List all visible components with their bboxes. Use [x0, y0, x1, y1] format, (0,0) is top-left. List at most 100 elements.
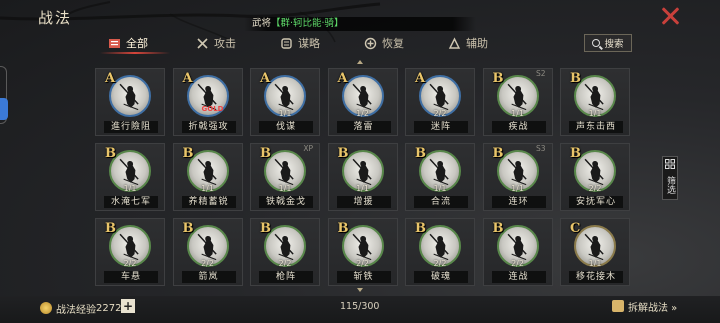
tactic-name: 增援: [336, 196, 391, 208]
book-icon: [109, 38, 120, 48]
tactic-grade: B: [415, 146, 426, 161]
tactic-grade: B: [492, 71, 504, 86]
tactic-grade: B: [105, 221, 116, 236]
tactic-level: 2/2: [433, 109, 447, 118]
tactic-card[interactable]: A 2/2 迷阵: [405, 68, 475, 136]
tactic-level: 1/1: [201, 184, 214, 193]
tactic-name: 合流: [414, 196, 468, 208]
scroll-down-icon[interactable]: [357, 288, 363, 292]
tactic-level: 2/2: [433, 259, 447, 268]
tactic-grade: B: [182, 221, 194, 236]
tactic-name: 连环: [491, 196, 546, 208]
tactic-card[interactable]: B 1/1 水淹七军: [95, 143, 165, 211]
tactic-card[interactable]: A GOLD 折戟强攻: [172, 68, 243, 136]
page-title: 战法: [38, 9, 73, 27]
tactic-card[interactable]: B 2/2 安抚军心: [560, 143, 630, 211]
tactic-card[interactable]: B 1/1 S3 连环: [482, 143, 553, 211]
tactic-card[interactable]: B 2/2 车悬: [95, 218, 165, 286]
tactic-grade: B: [260, 221, 271, 236]
tactic-grid: A 進行險阻 A GOLD 折戟强攻 A 1/1 伐谋 A 1/2 落雷 A 2/2 迷阵 B 1/1 S2 疾战…: [95, 68, 630, 286]
notice-prefix: 武将: [252, 18, 272, 29]
tactic-grade: B: [570, 71, 581, 86]
recruit-notice: 武将【群·轲比能·骑】: [244, 17, 476, 31]
filter-button[interactable]: 筛选: [662, 156, 678, 200]
tactic-level: 2/2: [123, 259, 137, 268]
tactic-card[interactable]: B 1/1 合流: [405, 143, 475, 211]
close-icon[interactable]: [660, 6, 680, 26]
tactic-name: 连战: [491, 271, 546, 283]
tactic-name: 移花接木: [569, 271, 623, 283]
tactic-name: 铁戟金戈: [259, 196, 313, 208]
exp-label: 战法经验: [56, 304, 96, 316]
tactic-card[interactable]: B 1/1 增援: [327, 143, 398, 211]
tab-all[interactable]: 全部: [108, 32, 148, 54]
tactic-level: 1/1: [588, 109, 602, 118]
tab-label: 全部: [126, 37, 148, 50]
tactic-name: 折戟强攻: [181, 121, 236, 133]
heal-icon: [364, 37, 377, 49]
tactic-card[interactable]: B 1/1 XP 铁戟金戈: [250, 143, 320, 211]
tactic-level: 2/2: [278, 259, 292, 268]
tactic-mark: GOLD: [201, 105, 224, 113]
decompose-tactic-button[interactable]: 拆解战法 »: [612, 298, 677, 314]
tactic-name: 落雷: [336, 121, 391, 133]
tactic-card[interactable]: B 2/2 破魂: [405, 218, 475, 286]
tactic-grade: B: [492, 146, 504, 161]
tactic-name: 养精蓄锐: [181, 196, 236, 208]
tactic-portrait: [109, 75, 151, 117]
tactic-card[interactable]: C 1/1 移花接木: [560, 218, 630, 286]
tactic-grade: B: [337, 221, 349, 236]
support-icon: [448, 36, 461, 49]
tab-attack[interactable]: 攻击: [196, 32, 236, 54]
tab-recovery[interactable]: 恢复: [364, 32, 404, 54]
tactic-card[interactable]: B 2/2 斩铁: [327, 218, 398, 286]
tactic-level: 1/1: [511, 109, 524, 118]
tactic-grade: C: [570, 221, 581, 236]
tactic-card[interactable]: A 1/2 落雷: [327, 68, 398, 136]
tactic-level: 2/2: [201, 259, 214, 268]
filter-label: 筛选: [665, 176, 675, 194]
tactic-grade: B: [415, 221, 426, 236]
tactic-level: 1/1: [278, 109, 292, 118]
tactic-grade: A: [337, 71, 348, 86]
tactic-name: 安抚军心: [569, 196, 623, 208]
tactic-name: 枪阵: [259, 271, 313, 283]
tactic-grade: B: [105, 146, 116, 161]
tactic-level: 2/2: [588, 184, 602, 193]
tactic-card[interactable]: A 進行險阻: [95, 68, 165, 136]
tactic-card[interactable]: A 1/1 伐谋: [250, 68, 320, 136]
tactic-card[interactable]: B 1/1 S2 疾战: [482, 68, 553, 136]
decompose-icon: [612, 300, 624, 312]
season-tag: S3: [535, 144, 546, 153]
tab-label: 攻击: [214, 37, 236, 50]
search-icon: [592, 39, 601, 47]
tactic-grade: B: [570, 146, 581, 161]
tactic-card[interactable]: B 2/2 枪阵: [250, 218, 320, 286]
add-exp-button[interactable]: +: [121, 299, 135, 313]
scroll-up-icon[interactable]: [357, 60, 363, 64]
season-tag: S2: [535, 69, 546, 78]
left-side-tab[interactable]: [0, 98, 8, 120]
filter-icon: [665, 159, 675, 169]
tactic-card[interactable]: B 1/1 养精蓄锐: [172, 143, 243, 211]
tactic-level: 2/2: [356, 259, 369, 268]
scroll-icon: [281, 37, 292, 49]
tactic-grade: A: [105, 71, 116, 86]
tactic-level: 2/2: [511, 259, 524, 268]
tactic-card[interactable]: B 1/1 声东击西: [560, 68, 630, 136]
tactic-name: 進行險阻: [104, 121, 158, 133]
active-tab-underline: [100, 52, 170, 54]
tactic-name: 水淹七军: [104, 196, 158, 208]
tactic-card[interactable]: B 2/2 箭岚: [172, 218, 243, 286]
tactic-name: 破魂: [414, 271, 468, 283]
decompose-label: 拆解战法 »: [628, 302, 678, 314]
tactic-name: 伐谋: [259, 121, 313, 133]
tactic-tabs: 全部 攻击 谋略 恢复 辅助 搜索: [86, 32, 634, 54]
search-button[interactable]: 搜索: [584, 34, 632, 52]
tactic-grade: A: [415, 71, 426, 86]
tab-support[interactable]: 辅助: [448, 32, 488, 54]
tactic-card[interactable]: B 2/2 连战: [482, 218, 553, 286]
tactic-grade: A: [182, 71, 193, 86]
tactic-name: 疾战: [491, 121, 546, 133]
tab-strategy[interactable]: 谋略: [280, 32, 320, 54]
